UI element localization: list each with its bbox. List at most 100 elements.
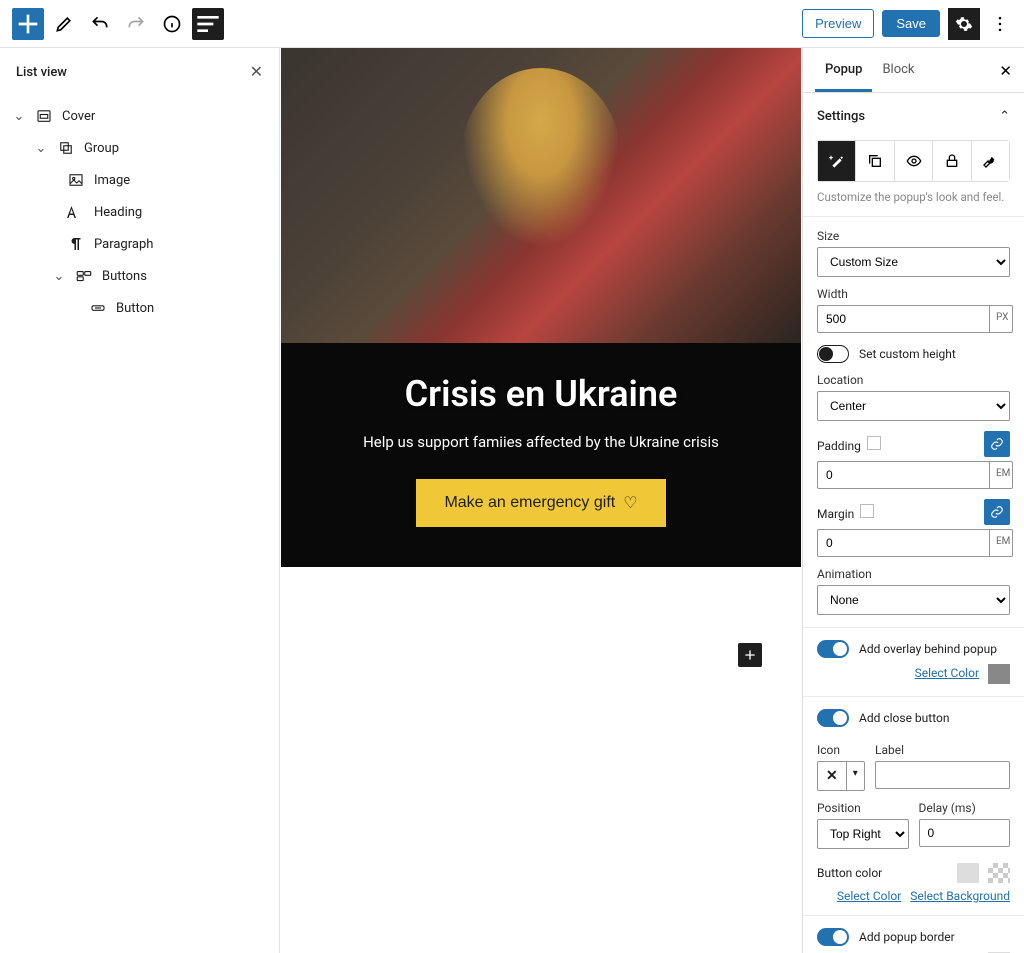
- divider: [803, 627, 1024, 628]
- inspector-tabs: Popup Block ✕: [803, 48, 1024, 93]
- box-indicator-icon: [867, 436, 881, 450]
- plus-icon: [742, 647, 758, 663]
- popup-cta-button[interactable]: Make an emergency gift ♡: [416, 479, 665, 527]
- border-toggle[interactable]: [817, 928, 849, 946]
- visibility-tab-button[interactable]: [895, 141, 933, 181]
- style-tab-button[interactable]: [818, 141, 856, 181]
- undo-button[interactable]: [84, 8, 116, 40]
- buttons-icon: [74, 266, 94, 286]
- inspector-close-button[interactable]: ✕: [999, 62, 1012, 80]
- margin-unit[interactable]: EM: [989, 529, 1013, 557]
- padding-unit[interactable]: EM: [989, 461, 1013, 489]
- divider: [803, 216, 1024, 217]
- location-select[interactable]: Center: [817, 391, 1010, 421]
- padding-label: Padding: [817, 439, 861, 453]
- button-bg-swatch[interactable]: [988, 863, 1010, 883]
- width-unit[interactable]: PX: [989, 305, 1013, 333]
- save-button[interactable]: Save: [882, 10, 940, 37]
- close-icon-select[interactable]: ✕ ▾: [817, 761, 865, 791]
- editor-canvas[interactable]: Crisis en Ukraine Help us support famiie…: [280, 48, 802, 953]
- tab-block[interactable]: Block: [872, 48, 924, 92]
- gear-icon: [955, 15, 973, 33]
- animation-select[interactable]: None: [817, 585, 1010, 615]
- group-icon: [56, 138, 76, 158]
- button-color-swatch[interactable]: [957, 863, 979, 883]
- cta-label: Make an emergency gift: [444, 494, 615, 512]
- popup-paragraph[interactable]: Help us support famiies affected by the …: [301, 433, 781, 451]
- redo-button[interactable]: [120, 8, 152, 40]
- custom-height-label: Set custom height: [859, 347, 956, 361]
- overlay-toggle[interactable]: [817, 640, 849, 658]
- margin-input[interactable]: [817, 529, 989, 557]
- overlay-color-swatch[interactable]: [988, 664, 1010, 684]
- settings-help-text: Customize the popup's look and feel.: [817, 190, 1010, 204]
- edit-button[interactable]: [48, 8, 80, 40]
- button-select-bg-link[interactable]: Select Background: [910, 889, 1010, 903]
- custom-height-toggle[interactable]: [817, 345, 849, 363]
- popup-preview[interactable]: Crisis en Ukraine Help us support famiie…: [281, 48, 801, 567]
- add-block-inline-button[interactable]: [738, 643, 762, 667]
- tree-item-button[interactable]: Button: [8, 292, 271, 324]
- padding-link-button[interactable]: [984, 431, 1010, 457]
- link-icon: [990, 437, 1004, 451]
- lock-icon: [944, 153, 960, 169]
- settings-header[interactable]: Settings ⌃: [817, 105, 1010, 128]
- copy-tab-button[interactable]: [856, 141, 894, 181]
- preview-button[interactable]: Preview: [802, 9, 874, 38]
- list-view-close-button[interactable]: ✕: [250, 62, 263, 82]
- close-x-icon: ✕: [818, 762, 846, 790]
- tree-item-image[interactable]: Image: [8, 164, 271, 196]
- tree-item-paragraph[interactable]: Paragraph: [8, 228, 271, 260]
- tree-label: Image: [94, 173, 130, 188]
- delay-input[interactable]: [919, 819, 1011, 847]
- close-button-toggle[interactable]: [817, 709, 849, 727]
- settings-button[interactable]: [948, 8, 980, 40]
- position-label: Position: [817, 801, 909, 815]
- heading-icon: [66, 202, 86, 222]
- divider: [803, 696, 1024, 697]
- close-label-input[interactable]: [875, 761, 1010, 789]
- info-icon: [162, 14, 182, 34]
- size-select[interactable]: Custom Size: [817, 247, 1010, 277]
- heart-icon: ♡: [623, 493, 637, 513]
- button-select-color-link[interactable]: Select Color: [837, 889, 901, 903]
- redo-icon: [126, 14, 146, 34]
- overlay-color-link[interactable]: Select Color: [915, 666, 979, 680]
- add-block-button[interactable]: [12, 8, 44, 40]
- width-label: Width: [817, 287, 1010, 301]
- more-button[interactable]: [988, 8, 1012, 40]
- list-view-panel: List view ✕ ⌄ Cover ⌄ Group Image H: [0, 48, 280, 953]
- tree-item-group[interactable]: ⌄ Group: [8, 132, 271, 164]
- icon-label: Icon: [817, 743, 865, 757]
- link-icon: [990, 505, 1004, 519]
- tree-label: Paragraph: [94, 237, 153, 252]
- list-view-button[interactable]: [192, 8, 224, 40]
- padding-input[interactable]: [817, 461, 989, 489]
- delay-label: Delay (ms): [919, 801, 1011, 815]
- tree-label: Buttons: [102, 269, 147, 284]
- border-label: Add popup border: [859, 930, 955, 944]
- info-button[interactable]: [156, 8, 188, 40]
- advanced-tab-button[interactable]: [972, 141, 1009, 181]
- tree-item-cover[interactable]: ⌄ Cover: [8, 100, 271, 132]
- inspector-panel: Popup Block ✕ Settings ⌃ Customize the p…: [802, 48, 1024, 953]
- chevron-up-icon: ⌃: [999, 109, 1010, 124]
- margin-link-button[interactable]: [984, 499, 1010, 525]
- pencil-icon: [54, 14, 74, 34]
- lock-tab-button[interactable]: [933, 141, 971, 181]
- chevron-down-icon: ⌄: [52, 269, 66, 284]
- button-icon: [88, 298, 108, 318]
- popup-content-area: Crisis en Ukraine Help us support famiie…: [281, 343, 801, 567]
- divider: [803, 915, 1024, 916]
- tree-item-heading[interactable]: Heading: [8, 196, 271, 228]
- tree-label: Heading: [94, 205, 142, 220]
- copy-icon: [867, 153, 883, 169]
- popup-heading[interactable]: Crisis en Ukraine: [301, 373, 781, 415]
- block-tree: ⌄ Cover ⌄ Group Image Heading Paragraph: [0, 96, 279, 328]
- popup-image-placeholder[interactable]: [281, 48, 801, 343]
- tree-item-buttons[interactable]: ⌄ Buttons: [8, 260, 271, 292]
- position-select[interactable]: Top Right: [817, 819, 909, 849]
- tab-popup[interactable]: Popup: [815, 48, 872, 92]
- wrench-icon: [982, 153, 998, 169]
- width-input[interactable]: [817, 305, 989, 333]
